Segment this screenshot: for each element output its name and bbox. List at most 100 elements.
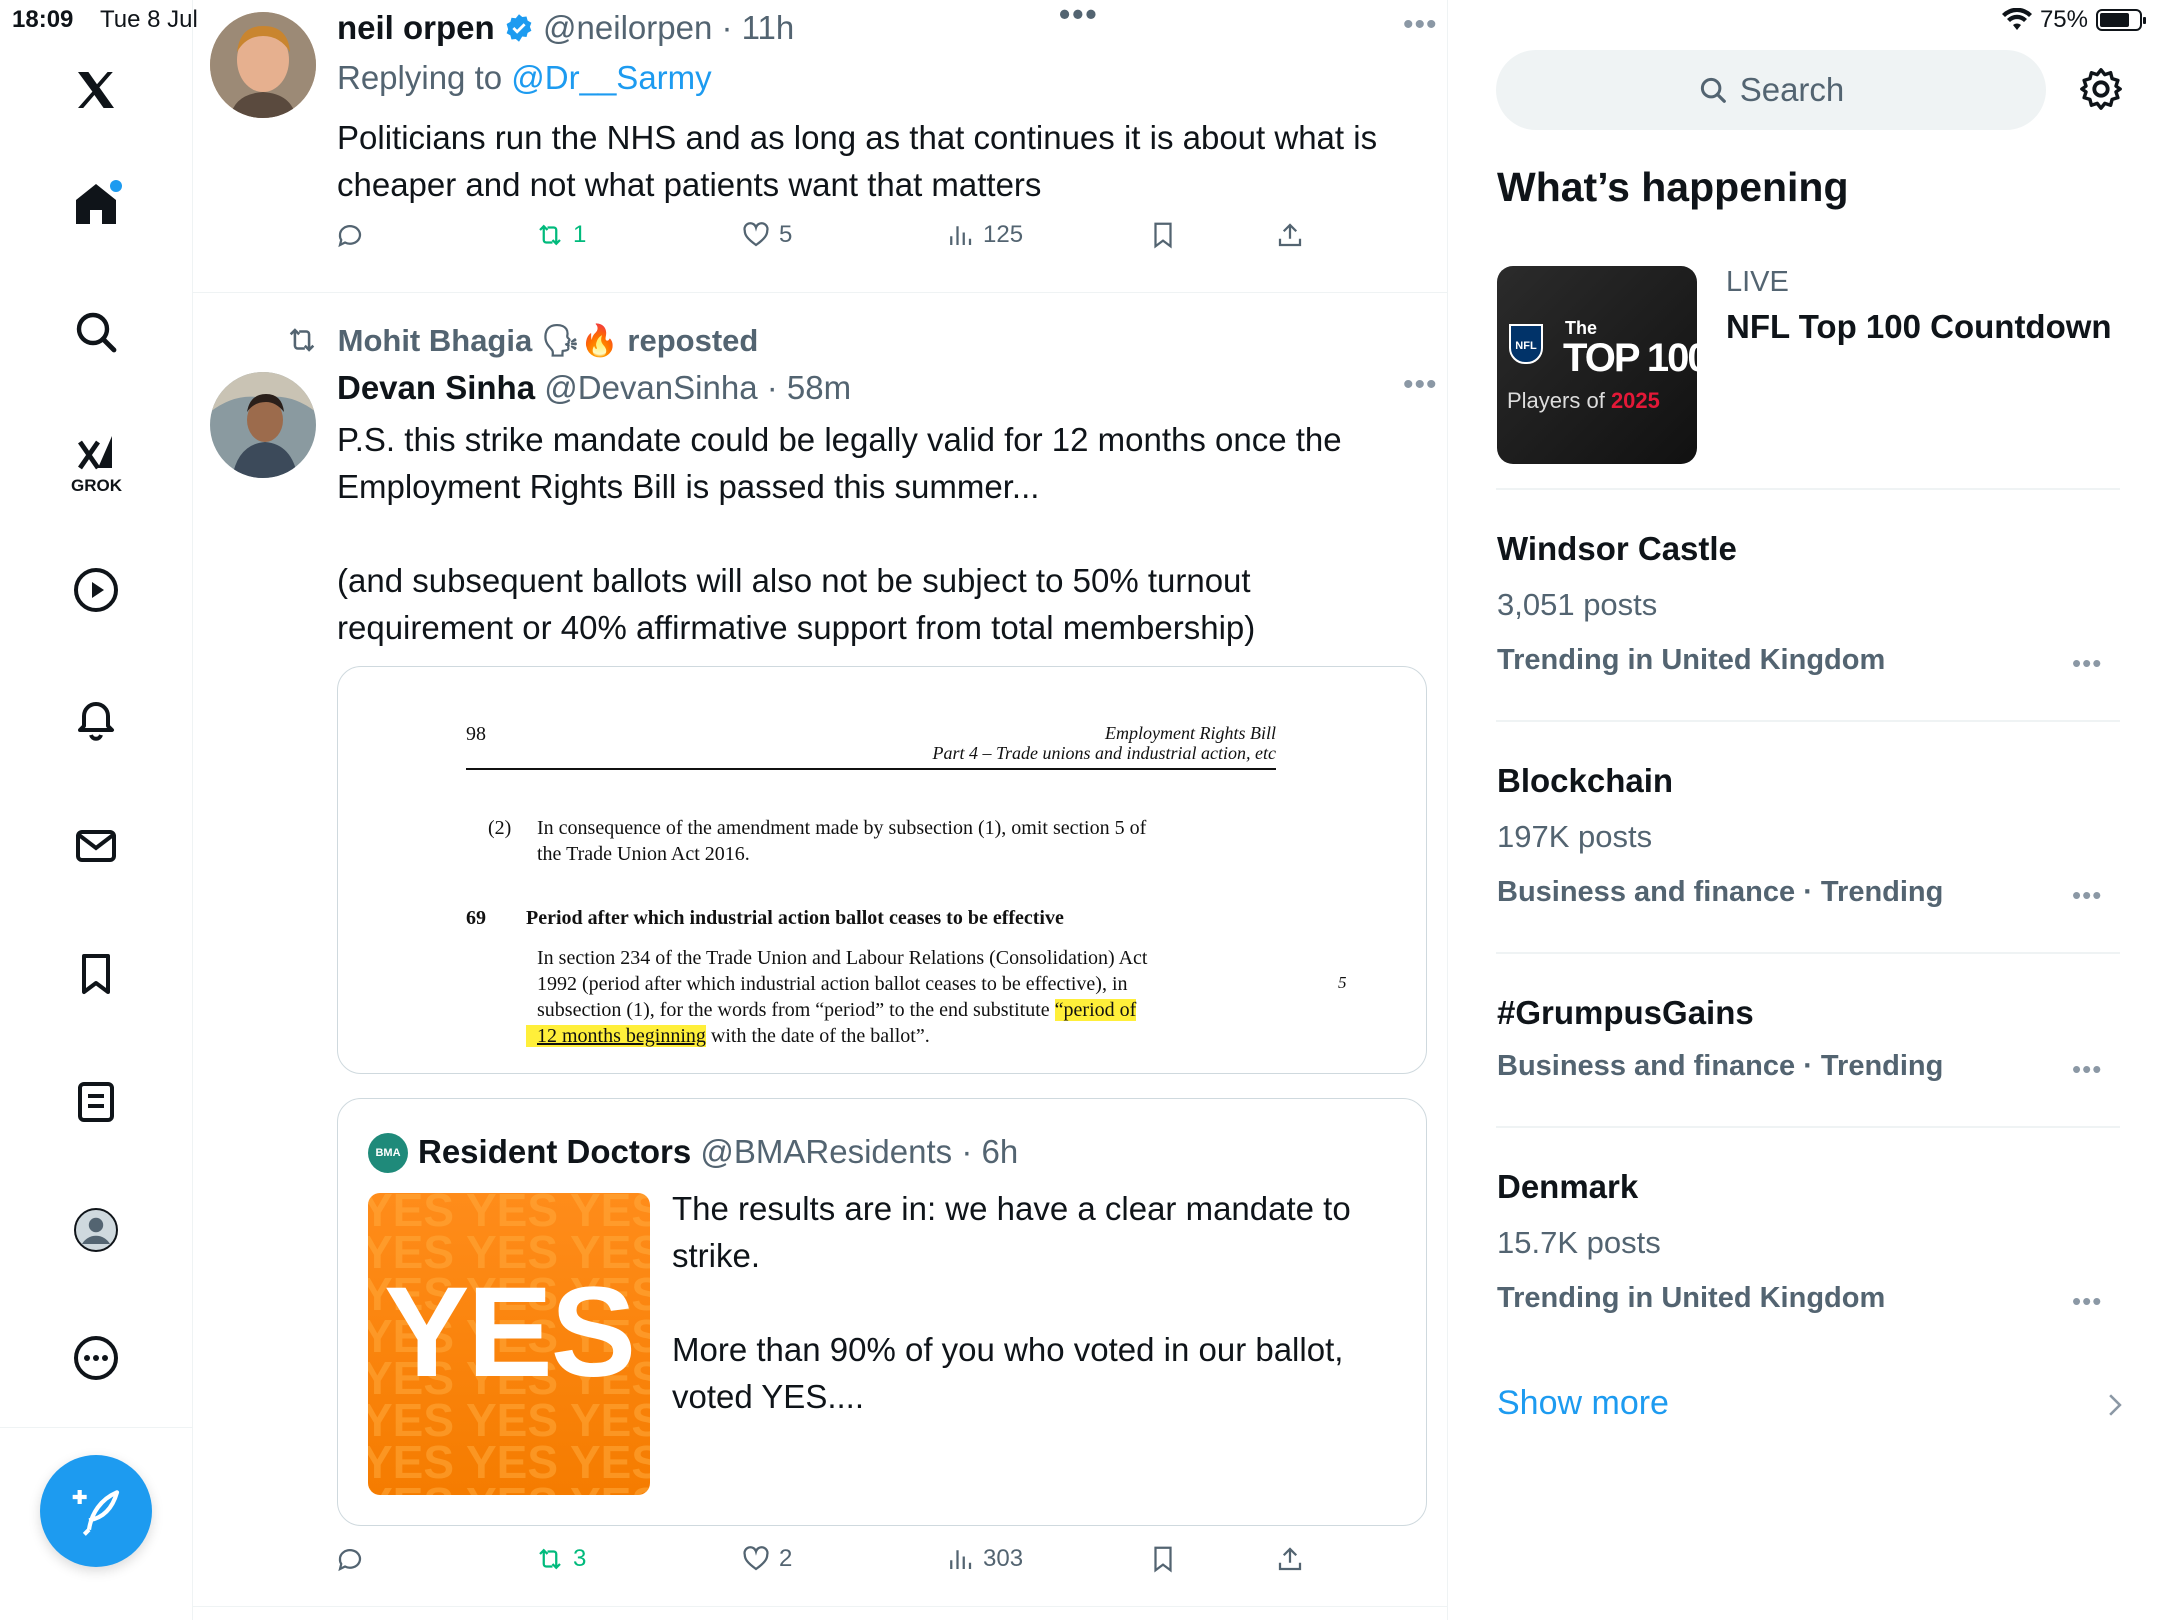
views-count: 303 — [983, 1545, 1024, 1572]
doc-para-number: (2) — [488, 817, 512, 839]
like-button[interactable]: 2 — [741, 1544, 792, 1574]
author-handle[interactable]: @DevanSinha — [544, 369, 757, 406]
quoted-author-handle[interactable]: @BMAResidents — [700, 1133, 952, 1170]
show-more-link[interactable]: Show more — [1497, 1384, 1669, 1423]
bookmarks-icon[interactable] — [66, 944, 126, 1004]
settings-gear-icon[interactable] — [2078, 66, 2124, 112]
timeline: ••• neil orpen @neilorpen · 11h ••• Repl… — [193, 0, 1448, 1620]
document-image[interactable]: 98 Employment Rights Bill Part 4 – Trade… — [337, 666, 1427, 1074]
replying-to: Replying to @Dr__Sarmy — [337, 58, 712, 98]
quoted-time[interactable]: 6h — [982, 1133, 1019, 1170]
messages-icon[interactable] — [66, 816, 126, 876]
sidebar-divider — [1496, 720, 2120, 722]
separator: · — [766, 369, 778, 406]
nfl-shield-icon: NFL — [1509, 324, 1543, 364]
trend-title: Windsor Castle — [1497, 530, 1737, 567]
trend-more-icon[interactable]: ••• — [2072, 880, 2102, 911]
bma-badge-text: BMA — [375, 1147, 401, 1159]
doc-body-line: 12 months beginning with the date of the… — [526, 1025, 930, 1048]
doc-para-line: the Trade Union Act 2016. — [537, 843, 750, 865]
doc-page-number: 98 — [466, 723, 486, 745]
x-logo-icon[interactable] — [66, 60, 126, 120]
trend-title: Blockchain — [1497, 762, 1674, 799]
like-count: 2 — [779, 1545, 793, 1572]
views-count: 125 — [983, 221, 1024, 248]
yes-image[interactable]: YES YES YES YES YES YES YES YES YES YES … — [368, 1193, 650, 1495]
retweet-button[interactable]: 1 — [535, 220, 586, 250]
tweet-time[interactable]: 58m — [787, 369, 851, 406]
doc-section-title: Period after which industrial action bal… — [526, 907, 1064, 929]
doc-section-number: 69 — [466, 907, 486, 929]
nfl-image-players-text: Players of — [1507, 388, 1611, 413]
video-icon[interactable] — [66, 560, 126, 620]
bookmark-button[interactable] — [1148, 220, 1178, 250]
bma-avatar[interactable]: BMA — [368, 1133, 408, 1173]
avatar[interactable] — [210, 12, 316, 118]
replying-label: Replying to — [337, 59, 503, 96]
drag-handle-icon[interactable]: ••• — [1059, 0, 1099, 33]
like-button[interactable]: 5 — [741, 220, 792, 250]
avatar-photo-icon — [210, 12, 316, 118]
doc-body-line: In section 234 of the Trade Union and La… — [537, 947, 1148, 969]
views-button[interactable]: 303 — [945, 1544, 1023, 1574]
separator: · — [961, 1133, 973, 1170]
compose-button[interactable] — [40, 1455, 152, 1567]
lists-icon[interactable] — [66, 1072, 126, 1132]
repost-icon — [289, 328, 315, 352]
reply-button[interactable] — [335, 220, 365, 250]
tweet-divider — [193, 292, 1448, 293]
author-name[interactable]: Devan Sinha — [337, 369, 535, 406]
search-icon[interactable] — [66, 302, 126, 362]
chevron-right-icon[interactable] — [2104, 1392, 2126, 1418]
trend-more-icon[interactable]: ••• — [2072, 1054, 2102, 1085]
grok-icon[interactable] — [66, 424, 126, 484]
doc-highlight: 12 months beginning — [526, 1025, 706, 1047]
tweet-time[interactable]: 11h — [742, 9, 795, 46]
reposted-by[interactable]: Mohit Bhagia 🗣🔥 reposted — [338, 323, 759, 358]
more-options-icon[interactable]: ••• — [1403, 8, 1438, 42]
trend-more-icon[interactable]: ••• — [2072, 1286, 2102, 1317]
avatar-photo-icon — [210, 372, 316, 478]
tweet-header: Devan Sinha @DevanSinha · 58m — [337, 368, 851, 408]
author-handle[interactable]: @neilorpen — [543, 9, 712, 46]
separator: · — [721, 9, 733, 46]
quoted-author-name[interactable]: Resident Doctors — [418, 1133, 691, 1170]
trend-meta: Business and finance · Trending — [1497, 1050, 1944, 1082]
bookmark-icon — [1154, 222, 1172, 249]
reply-icon — [338, 225, 362, 248]
profile-icon[interactable] — [66, 1200, 126, 1260]
quoted-tweet[interactable]: BMA Resident Doctors @BMAResidents · 6h … — [337, 1098, 1427, 1526]
nfl-image-players: Players of 2025 — [1507, 388, 1660, 414]
bookmark-button[interactable] — [1148, 1544, 1178, 1574]
share-button[interactable] — [1275, 1544, 1305, 1574]
replying-to-link[interactable]: @Dr__Sarmy — [511, 59, 711, 96]
more-options-icon[interactable]: ••• — [1403, 368, 1438, 402]
grok-label: GROK — [71, 476, 122, 495]
notification-dot — [110, 180, 122, 192]
tweet-divider — [193, 1606, 1448, 1607]
share-button[interactable] — [1275, 220, 1305, 250]
search-bar[interactable]: Search — [1496, 50, 2046, 130]
more-icon[interactable] — [66, 1328, 126, 1388]
retweet-count: 3 — [573, 1545, 587, 1572]
reply-button[interactable] — [335, 1544, 365, 1574]
trend-meta: Trending in United Kingdom — [1497, 644, 1886, 676]
live-label: LIVE — [1726, 266, 1789, 298]
compose-quill-icon — [72, 1490, 120, 1536]
trend-posts: 15.7K posts — [1497, 1225, 1661, 1260]
doc-body-line: 1992 (period after which industrial acti… — [537, 973, 1128, 995]
author-name[interactable]: neil orpen — [337, 9, 495, 46]
retweet-button[interactable]: 3 — [535, 1544, 586, 1574]
views-button[interactable]: 125 — [945, 220, 1023, 250]
like-count: 5 — [779, 221, 793, 248]
views-chart-icon — [950, 1550, 972, 1569]
search-icon — [1700, 77, 1726, 103]
home-icon[interactable] — [66, 174, 126, 234]
reply-icon — [338, 1549, 362, 1572]
avatar[interactable] — [210, 372, 316, 478]
nfl-image-top: TOP 100 — [1563, 336, 1697, 380]
doc-body-text: subsection (1), for the words from “peri… — [537, 999, 1055, 1021]
trend-more-icon[interactable]: ••• — [2072, 648, 2102, 679]
trend-posts: 3,051 posts — [1497, 587, 1658, 622]
notifications-icon[interactable] — [66, 688, 126, 748]
